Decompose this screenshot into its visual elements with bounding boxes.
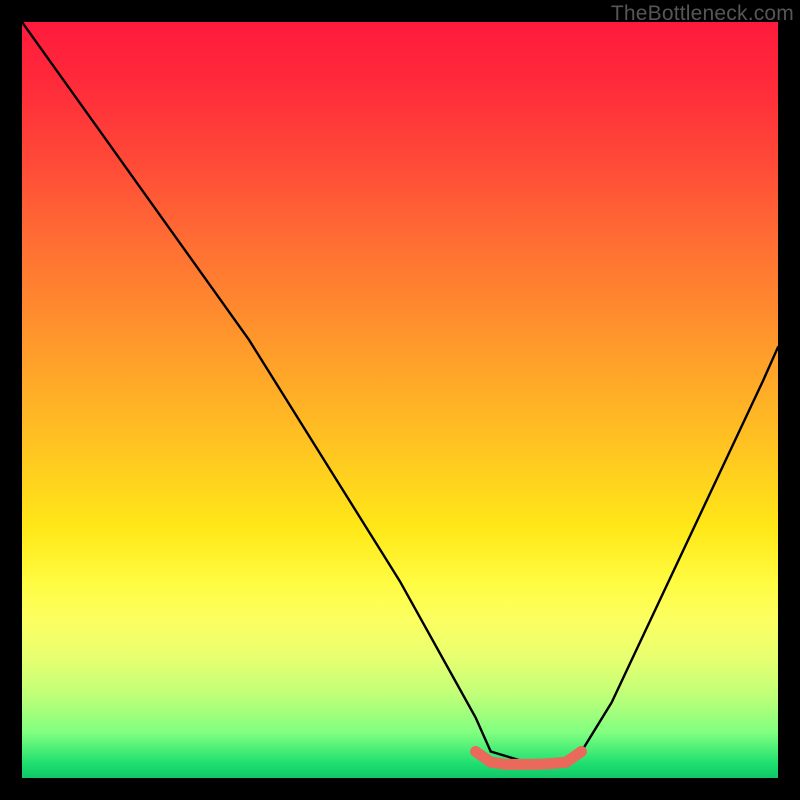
- watermark-text: TheBottleneck.com: [611, 2, 794, 26]
- plot-area: [22, 22, 778, 778]
- bottleneck-curve: [22, 22, 778, 763]
- flat-minimum-marker: [476, 752, 582, 765]
- chart-container: TheBottleneck.com: [0, 0, 800, 800]
- chart-svg: [22, 22, 778, 778]
